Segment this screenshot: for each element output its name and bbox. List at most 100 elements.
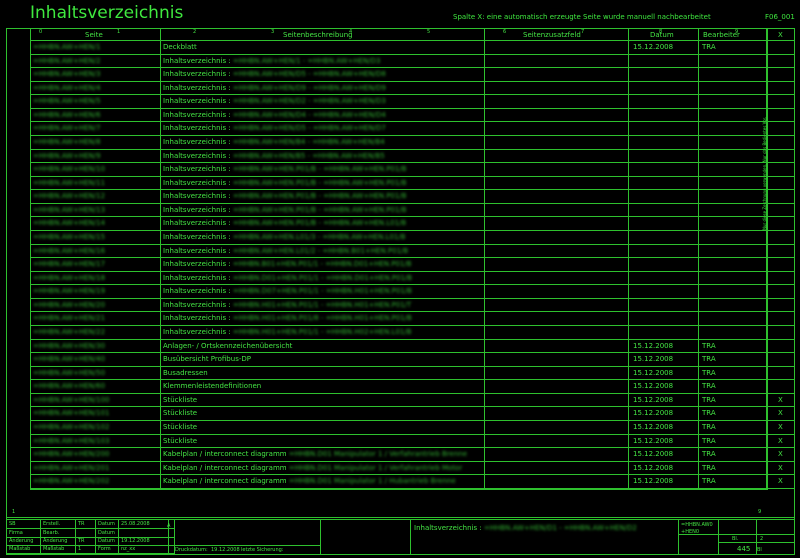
- row-description[interactable]: Kabelplan / interconnect diagramm =HHBN.…: [163, 464, 462, 472]
- row-page-ref[interactable]: =HHBN.AW+HEN/13: [33, 206, 105, 214]
- row-divider: [30, 216, 767, 218]
- row-description[interactable]: Inhaltsverzeichnis : =HHBN.AW+HEN/D5 - =…: [163, 70, 386, 78]
- row-description[interactable]: Inhaltsverzeichnis : =HHBN.B01+HEN.P01/1…: [163, 260, 412, 268]
- row-page-ref[interactable]: =HHBN.AW+HEN/7: [33, 124, 101, 132]
- row-description[interactable]: Inhaltsverzeichnis : =HHBN.AW+HEN.P01/B …: [163, 179, 407, 187]
- row-description[interactable]: Inhaltsverzeichnis : =HHBN.D07+HEN.P01/1…: [163, 287, 412, 295]
- row-page-ref[interactable]: =HHBN.AW+HEN/10: [33, 165, 105, 173]
- row-divider: [30, 365, 767, 367]
- row-description[interactable]: Inhaltsverzeichnis : =HHBN.AW+HEN/B4 - =…: [163, 138, 385, 146]
- row-description[interactable]: Inhaltsverzeichnis : =HHBN.AW+HEN/D5 - =…: [163, 124, 386, 132]
- row-description-range: =HHBN.AW+HEN/B4 - =HHBN.AW+HEN/B4: [232, 137, 385, 146]
- row-page-ref[interactable]: =HHBN.AW+HEN/2: [33, 57, 101, 65]
- x-row-divider: [767, 379, 795, 381]
- sheet-count: 445: [737, 545, 751, 553]
- row-divider: [30, 175, 767, 177]
- title-block-cell: Firma: [9, 530, 23, 536]
- row-page-ref[interactable]: =HHBN.AW+HEN/16: [33, 247, 105, 255]
- row-description-text: Inhaltsverzeichnis :: [163, 232, 233, 241]
- x-row-divider: [767, 121, 795, 123]
- row-description-text: Inhaltsverzeichnis :: [163, 246, 233, 255]
- row-page-ref[interactable]: =HHBN.AW+HEN/1: [33, 43, 101, 51]
- row-description-range: =HHBN.AW+HEN.P01/B - =HHBN.AW+HEN.P01/B: [232, 205, 407, 214]
- row-description[interactable]: Stückliste: [163, 437, 197, 445]
- row-page-ref[interactable]: =HHBN.AW+HEN/4: [33, 84, 101, 92]
- row-page-ref[interactable]: =HHBN.AW+HEN/21: [33, 314, 105, 322]
- row-description[interactable]: Inhaltsverzeichnis : =HHBN.H01+HEN.P01/1…: [163, 328, 412, 336]
- side-note: Nur diese Zeichnung verwenden, Nur das B…: [762, 116, 767, 230]
- row-page-ref[interactable]: =HHBN.AW+HEN/40: [33, 355, 105, 363]
- row-description[interactable]: Inhaltsverzeichnis : =HHBN.AW+HEN.P01/B …: [163, 219, 406, 227]
- row-page-ref[interactable]: =HHBN.AW+HEN/3: [33, 70, 101, 78]
- row-page-ref[interactable]: =HHBN.AW+HEN/11: [33, 179, 105, 187]
- right-row-divider: [718, 542, 795, 543]
- row-divider: [30, 474, 767, 476]
- title-block-divider: [118, 519, 119, 555]
- row-page-ref[interactable]: =HHBN.AW+HEN/15: [33, 233, 105, 241]
- row-description[interactable]: Deckblatt: [163, 43, 197, 51]
- row-description[interactable]: Stückliste: [163, 409, 197, 417]
- x-row-divider: [767, 202, 795, 204]
- row-description[interactable]: Klemmenleistendefinitionen: [163, 382, 261, 390]
- row-page-ref[interactable]: =HHBN.AW+HEN/20: [33, 301, 105, 309]
- row-description[interactable]: Inhaltsverzeichnis : =HHBN.AW+HEN.P01/B …: [163, 192, 407, 200]
- row-description[interactable]: Busübersicht Profibus-DP: [163, 355, 251, 363]
- row-page-ref[interactable]: =HHBN.AW+HEN/19: [33, 287, 105, 295]
- row-page-ref[interactable]: =HHBN.AW+HEN/9: [33, 152, 101, 160]
- row-page-ref[interactable]: =HHBN.AW+HEN/200: [33, 450, 110, 458]
- row-description[interactable]: Inhaltsverzeichnis : =HHBN.AW+HEN.L01/2 …: [163, 247, 408, 255]
- row-description-range: =HHBN.D07+HEN.P01/1 - =HHBN.H01+HEN.P01/…: [232, 287, 412, 296]
- title-block-row: [6, 528, 174, 529]
- row-description[interactable]: Inhaltsverzeichnis : =HHBN.AW+HEN/1 - =H…: [163, 57, 381, 65]
- row-page-ref[interactable]: =HHBN.AW+HEN/8: [33, 138, 101, 146]
- row-page-ref[interactable]: =HHBN.AW+HEN/100: [33, 396, 110, 404]
- row-description[interactable]: Inhaltsverzeichnis : =HHBN.AW+HEN/D4 - =…: [163, 111, 386, 119]
- x-row-divider: [767, 311, 795, 313]
- row-description-range: =HHBN.AW+HEN.P01/B - =HHBN.AW+HEN.P01/B: [232, 178, 407, 187]
- row-page-ref[interactable]: =HHBN.AW+HEN/12: [33, 192, 105, 200]
- row-page-ref[interactable]: =HHBN.AW+HEN/201: [33, 464, 110, 472]
- row-description-text: Inhaltsverzeichnis :: [163, 219, 233, 228]
- title-block-divider: [40, 519, 41, 555]
- row-description[interactable]: Kabelplan / interconnect diagramm =HHBN.…: [163, 477, 456, 485]
- row-description[interactable]: Stückliste: [163, 396, 197, 404]
- row-description[interactable]: Inhaltsverzeichnis : =HHBN.AW+HEN.L01/3 …: [163, 233, 406, 241]
- title-block-cell: Maßstab: [43, 546, 65, 552]
- header-zusatz: Seitenzusatzfeld: [523, 31, 581, 39]
- row-page-ref[interactable]: =HHBN.AW+HEN/101: [33, 409, 110, 417]
- row-description[interactable]: Inhaltsverzeichnis : =HHBN.AW+HEN/D2 - =…: [163, 97, 386, 105]
- row-description[interactable]: Kabelplan / interconnect diagramm =HHBN.…: [163, 450, 467, 458]
- row-description[interactable]: Inhaltsverzeichnis : =HHBN.D01+HEN.P01/1…: [163, 274, 412, 282]
- x-row-divider: [767, 148, 795, 150]
- row-page-ref[interactable]: =HHBN.AW+HEN/102: [33, 423, 110, 431]
- row-page-ref[interactable]: =HHBN.AW+HEN/202: [33, 477, 110, 485]
- row-description[interactable]: Inhaltsverzeichnis : =HHBN.H01+HEN.P01/8…: [163, 314, 412, 322]
- row-description-range: =HHBN.AW+HEN/D5 - =HHBN.AW+HEN/D7: [232, 124, 386, 133]
- row-page-ref[interactable]: =HHBN.AW+HEN/60: [33, 382, 105, 390]
- row-page-ref[interactable]: =HHBN.AW+HEN/18: [33, 274, 105, 282]
- row-x-mark: X: [778, 477, 783, 486]
- title-block-divider: [410, 519, 411, 555]
- row-page-ref[interactable]: =HHBN.AW+HEN/103: [33, 437, 110, 445]
- row-description[interactable]: Anlagen- / Ortskennzeichenübersicht: [163, 342, 292, 350]
- row-description-range: =HHBN.AW+HEN/D2 - =HHBN.AW+HEN/D3: [232, 97, 386, 106]
- row-page-ref[interactable]: =HHBN.AW+HEN/50: [33, 369, 105, 377]
- row-description[interactable]: Inhaltsverzeichnis : =HHBN.AW+HEN.P01/B …: [163, 165, 407, 173]
- row-page-ref[interactable]: =HHBN.AW+HEN/17: [33, 260, 105, 268]
- row-description[interactable]: Inhaltsverzeichnis : =HHBN.AW+HEN/D9 - =…: [163, 84, 386, 92]
- row-page-ref[interactable]: =HHBN.AW+HEN/22: [33, 328, 105, 336]
- row-page-ref[interactable]: =HHBN.AW+HEN/14: [33, 219, 105, 227]
- row-x-mark: X: [778, 422, 783, 431]
- row-page-ref[interactable]: =HHBN.AW+HEN/6: [33, 111, 101, 119]
- x-row-divider: [767, 447, 795, 449]
- ruler-number: 5: [427, 29, 431, 35]
- row-description[interactable]: Stückliste: [163, 423, 197, 431]
- row-description[interactable]: Busadressen: [163, 369, 208, 377]
- row-page-ref[interactable]: =HHBN.AW+HEN/30: [33, 342, 105, 350]
- row-page-ref[interactable]: =HHBN.AW+HEN/5: [33, 97, 101, 105]
- row-description[interactable]: Inhaltsverzeichnis : =HHBN.AW+HEN/B5 - =…: [163, 152, 385, 160]
- row-description[interactable]: Inhaltsverzeichnis : =HHBN.AW+HEN.P01/B …: [163, 206, 407, 214]
- row-editor: TRA: [702, 463, 716, 472]
- title-block-row: [6, 545, 174, 546]
- row-description[interactable]: Inhaltsverzeichnis : =HHBN.H01+HEN.P01/1…: [163, 301, 411, 309]
